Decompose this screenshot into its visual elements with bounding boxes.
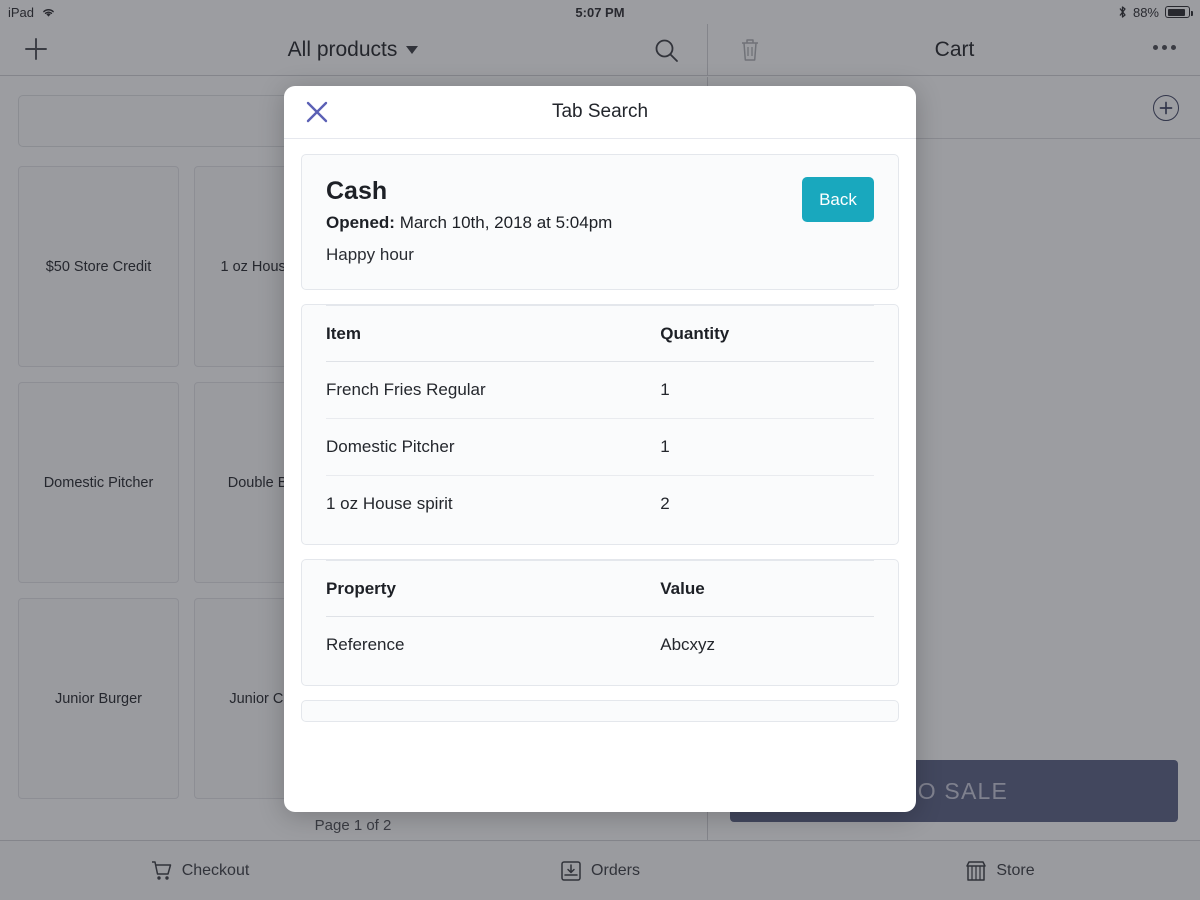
back-button[interactable]: Back (802, 177, 874, 222)
table-row: Domestic Pitcher 1 (326, 418, 874, 476)
tab-note: Happy hour (326, 245, 414, 264)
close-x-icon[interactable] (304, 99, 330, 125)
properties-table-card: Property Value Reference Abcxyz (301, 559, 899, 686)
ipad-pos-screen: iPad 5:07 PM 88% All products Cart $50 S… (0, 0, 1200, 900)
item-quantity: 1 (660, 418, 874, 476)
item-name: 1 oz House spirit (326, 494, 453, 513)
table-row: Reference Abcxyz (326, 617, 874, 674)
tab-opened-row: Opened: March 10th, 2018 at 5:04pm (326, 213, 874, 233)
next-card-partial (301, 700, 899, 722)
modal-title: Tab Search (551, 101, 649, 122)
item-quantity: 1 (660, 361, 874, 419)
tab-name: Cash (326, 177, 388, 205)
column-header-quantity: Quantity (660, 305, 874, 362)
property-name: Reference (326, 635, 405, 654)
items-table-card: Item Quantity French Fries Regular 1 Dom… (301, 304, 899, 545)
items-table: Item Quantity French Fries Regular 1 Dom… (326, 305, 874, 532)
item-name: French Fries Regular (326, 361, 661, 419)
modal-header: Tab Search (284, 86, 916, 139)
modal-body: Cash Opened: March 10th, 2018 at 5:04pm … (284, 140, 916, 812)
column-header-item: Item (326, 305, 661, 362)
table-header-row: Item Quantity (326, 305, 874, 362)
opened-value: March 10th, 2018 at 5:04pm (399, 213, 613, 232)
property-value: Abcxyz (660, 635, 716, 654)
table-row: French Fries Regular 1 (326, 361, 874, 419)
column-header-value: Value (660, 560, 874, 617)
column-header-property: Property (326, 560, 661, 617)
tab-search-modal: Tab Search Cash Opened: March 10th, 2018… (284, 86, 916, 812)
properties-table: Property Value Reference Abcxyz (326, 560, 874, 673)
item-quantity: 2 (660, 494, 670, 513)
table-header-row: Property Value (326, 560, 874, 617)
item-name: Domestic Pitcher (326, 418, 661, 476)
opened-label: Opened: (326, 213, 395, 232)
table-row: 1 oz House spirit 2 (326, 476, 874, 533)
tab-summary-card: Cash Opened: March 10th, 2018 at 5:04pm … (301, 154, 899, 290)
